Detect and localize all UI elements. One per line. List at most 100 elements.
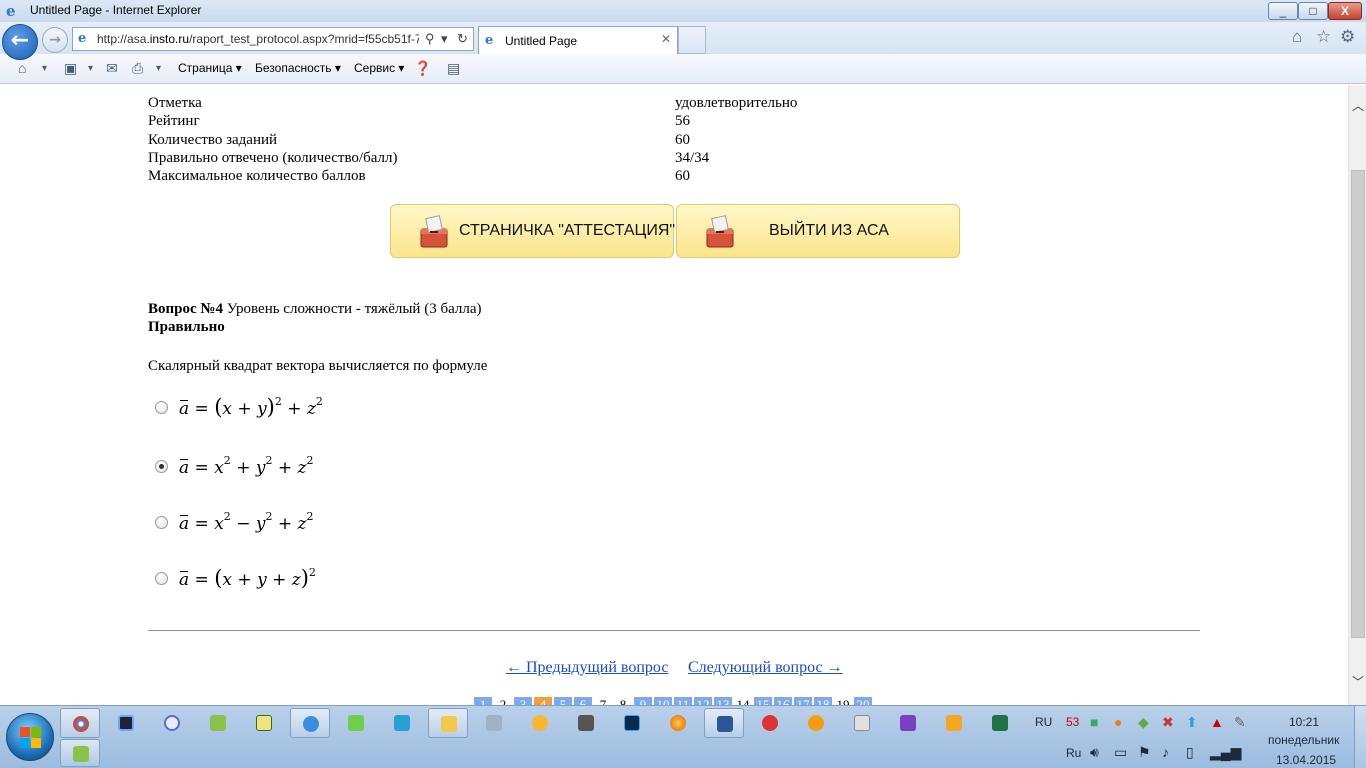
- taskbar-photoshop[interactable]: [612, 708, 652, 738]
- clock-day[interactable]: понедельник: [1268, 733, 1339, 747]
- print-icon[interactable]: ⎙: [132, 60, 143, 77]
- show-desktop-button[interactable]: [1354, 706, 1366, 768]
- action-center-flag-icon[interactable]: ⚑: [1138, 744, 1151, 761]
- radio-button-selected[interactable]: [155, 460, 168, 473]
- page-link[interactable]: 1: [474, 697, 492, 705]
- tools-menu[interactable]: Сервис ▾: [354, 61, 404, 75]
- radio-button[interactable]: [155, 516, 168, 529]
- page-link[interactable]: 16: [774, 697, 792, 705]
- scroll-up-arrow-icon[interactable]: ︿: [1349, 97, 1366, 115]
- favorites-star-icon[interactable]: ☆: [1316, 27, 1331, 47]
- page-link[interactable]: 10: [654, 697, 672, 705]
- page-link-current[interactable]: 4: [534, 697, 552, 705]
- page-link[interactable]: 15: [754, 697, 772, 705]
- page-link[interactable]: 5: [554, 697, 572, 705]
- maximize-button[interactable]: □: [1298, 2, 1328, 20]
- taskbar-app-avast[interactable]: [520, 708, 560, 738]
- tray-chart-icon[interactable]: ▲: [1210, 714, 1224, 730]
- scrollbar-thumb[interactable]: [1351, 170, 1365, 638]
- notification-badge[interactable]: 53: [1066, 715, 1079, 729]
- page-link[interactable]: 20: [854, 697, 872, 705]
- tray-pen-icon[interactable]: ✎: [1234, 714, 1246, 731]
- answer-option-1[interactable]: a = (x + y)2 + z2: [155, 395, 455, 441]
- volume-icon[interactable]: ♪: [1162, 744, 1169, 760]
- taskbar-internet-explorer[interactable]: [290, 708, 330, 738]
- dropdown-arrow-icon[interactable]: ▾: [441, 28, 448, 50]
- taskbar-media-player[interactable]: [934, 708, 974, 738]
- page-link[interactable]: 11: [674, 697, 692, 705]
- tray-sound-icon[interactable]: 🔊︎: [1090, 744, 1099, 761]
- settings-gear-icon[interactable]: ⚙: [1340, 27, 1355, 47]
- taskbar-app-screen[interactable]: [382, 708, 422, 738]
- previous-question-link[interactable]: ← Предыдущий вопрос: [506, 659, 668, 677]
- research-icon[interactable]: ▤: [447, 60, 460, 77]
- help-icon[interactable]: ❓: [414, 60, 431, 77]
- refresh-icon[interactable]: ↻: [457, 28, 468, 50]
- page-link[interactable]: 19: [834, 697, 852, 705]
- tray-stack-icon[interactable]: ◆: [1138, 714, 1149, 731]
- page-link[interactable]: 2: [494, 697, 512, 705]
- page-link[interactable]: 3: [514, 697, 532, 705]
- page-link[interactable]: 14: [734, 697, 752, 705]
- taskbar-app-player[interactable]: [106, 708, 146, 738]
- answer-option-3[interactable]: a = x2 − y2 + z2: [155, 510, 455, 556]
- scroll-down-arrow-icon[interactable]: ﹀: [1349, 673, 1366, 691]
- taskbar-app-daemon[interactable]: [152, 708, 192, 738]
- radio-button[interactable]: [155, 572, 168, 585]
- taskbar-app-red[interactable]: [750, 708, 790, 738]
- address-url[interactable]: http://asa.insto.ru/raport_test_protocol…: [97, 28, 419, 50]
- feeds-dropdown-icon[interactable]: ▾: [88, 63, 93, 74]
- page-link[interactable]: 18: [814, 697, 832, 705]
- taskbar-visual-studio[interactable]: [888, 708, 928, 738]
- nvidia-icon[interactable]: ■: [1090, 714, 1098, 730]
- mail-icon[interactable]: ✉: [106, 60, 118, 77]
- taskbar-app-stack[interactable]: [60, 739, 100, 767]
- back-button[interactable]: ←: [2, 24, 38, 60]
- keyboard-layout-indicator[interactable]: Ru: [1066, 746, 1081, 760]
- vertical-scrollbar[interactable]: ︿ ﹀: [1348, 85, 1366, 705]
- taskbar-camera[interactable]: [566, 708, 606, 738]
- tab-untitled-page[interactable]: e Untitled Page ✕: [478, 26, 678, 54]
- search-icon[interactable]: ⚲: [425, 28, 435, 50]
- language-indicator[interactable]: RU: [1035, 715, 1052, 729]
- page-link[interactable]: 17: [794, 697, 812, 705]
- taskbar-app-android[interactable]: [198, 708, 238, 738]
- taskbar-explorer[interactable]: [428, 708, 468, 738]
- taskbar-app-orange[interactable]: [796, 708, 836, 738]
- radio-button[interactable]: [155, 401, 168, 414]
- home-dropdown-icon[interactable]: ▾: [42, 63, 47, 74]
- print-dropdown-icon[interactable]: ▾: [156, 63, 161, 74]
- upload-arrow-icon[interactable]: ⬆: [1186, 714, 1198, 731]
- power-icon[interactable]: ▯: [1186, 744, 1194, 761]
- forward-button[interactable]: →: [42, 27, 68, 53]
- address-bar[interactable]: e http://asa.insto.ru/raport_test_protoc…: [72, 27, 474, 51]
- page-link[interactable]: 12: [694, 697, 712, 705]
- start-button[interactable]: [6, 713, 54, 761]
- page-link[interactable]: 8: [614, 697, 632, 705]
- taskbar-excel[interactable]: [980, 708, 1020, 738]
- close-button[interactable]: X: [1328, 2, 1362, 20]
- clock-date[interactable]: 13.04.2015: [1276, 753, 1336, 767]
- minimize-button[interactable]: _: [1268, 2, 1298, 20]
- new-tab-button[interactable]: [678, 26, 706, 54]
- tray-app-icon[interactable]: ●: [1114, 714, 1122, 730]
- taskbar-chrome[interactable]: [60, 708, 100, 738]
- taskbar-app-notes[interactable]: [244, 708, 284, 738]
- tray-monitor-icon[interactable]: ▭: [1114, 744, 1127, 761]
- clock-time[interactable]: 10:21: [1289, 715, 1319, 729]
- taskbar-volume-app[interactable]: [474, 708, 514, 738]
- taskbar-firefox[interactable]: [658, 708, 698, 738]
- taskbar-app-grid[interactable]: [842, 708, 882, 738]
- page-link[interactable]: 7: [594, 697, 612, 705]
- page-link[interactable]: 9: [634, 697, 652, 705]
- page-link[interactable]: 13: [714, 697, 732, 705]
- answer-option-2[interactable]: a = x2 + y2 + z2: [155, 454, 455, 500]
- taskbar-word[interactable]: [704, 708, 744, 738]
- feeds-icon[interactable]: ▣: [64, 60, 77, 77]
- tab-close-icon[interactable]: ✕: [661, 32, 671, 46]
- answer-option-4[interactable]: a = (x + y + z)2: [155, 566, 455, 612]
- page-menu[interactable]: Страница ▾: [178, 61, 242, 75]
- page-link[interactable]: 6: [574, 697, 592, 705]
- network-signal-icon[interactable]: ▂▄▆: [1210, 744, 1241, 761]
- exit-asa-button[interactable]: ВЫЙТИ ИЗ АСА: [676, 204, 960, 258]
